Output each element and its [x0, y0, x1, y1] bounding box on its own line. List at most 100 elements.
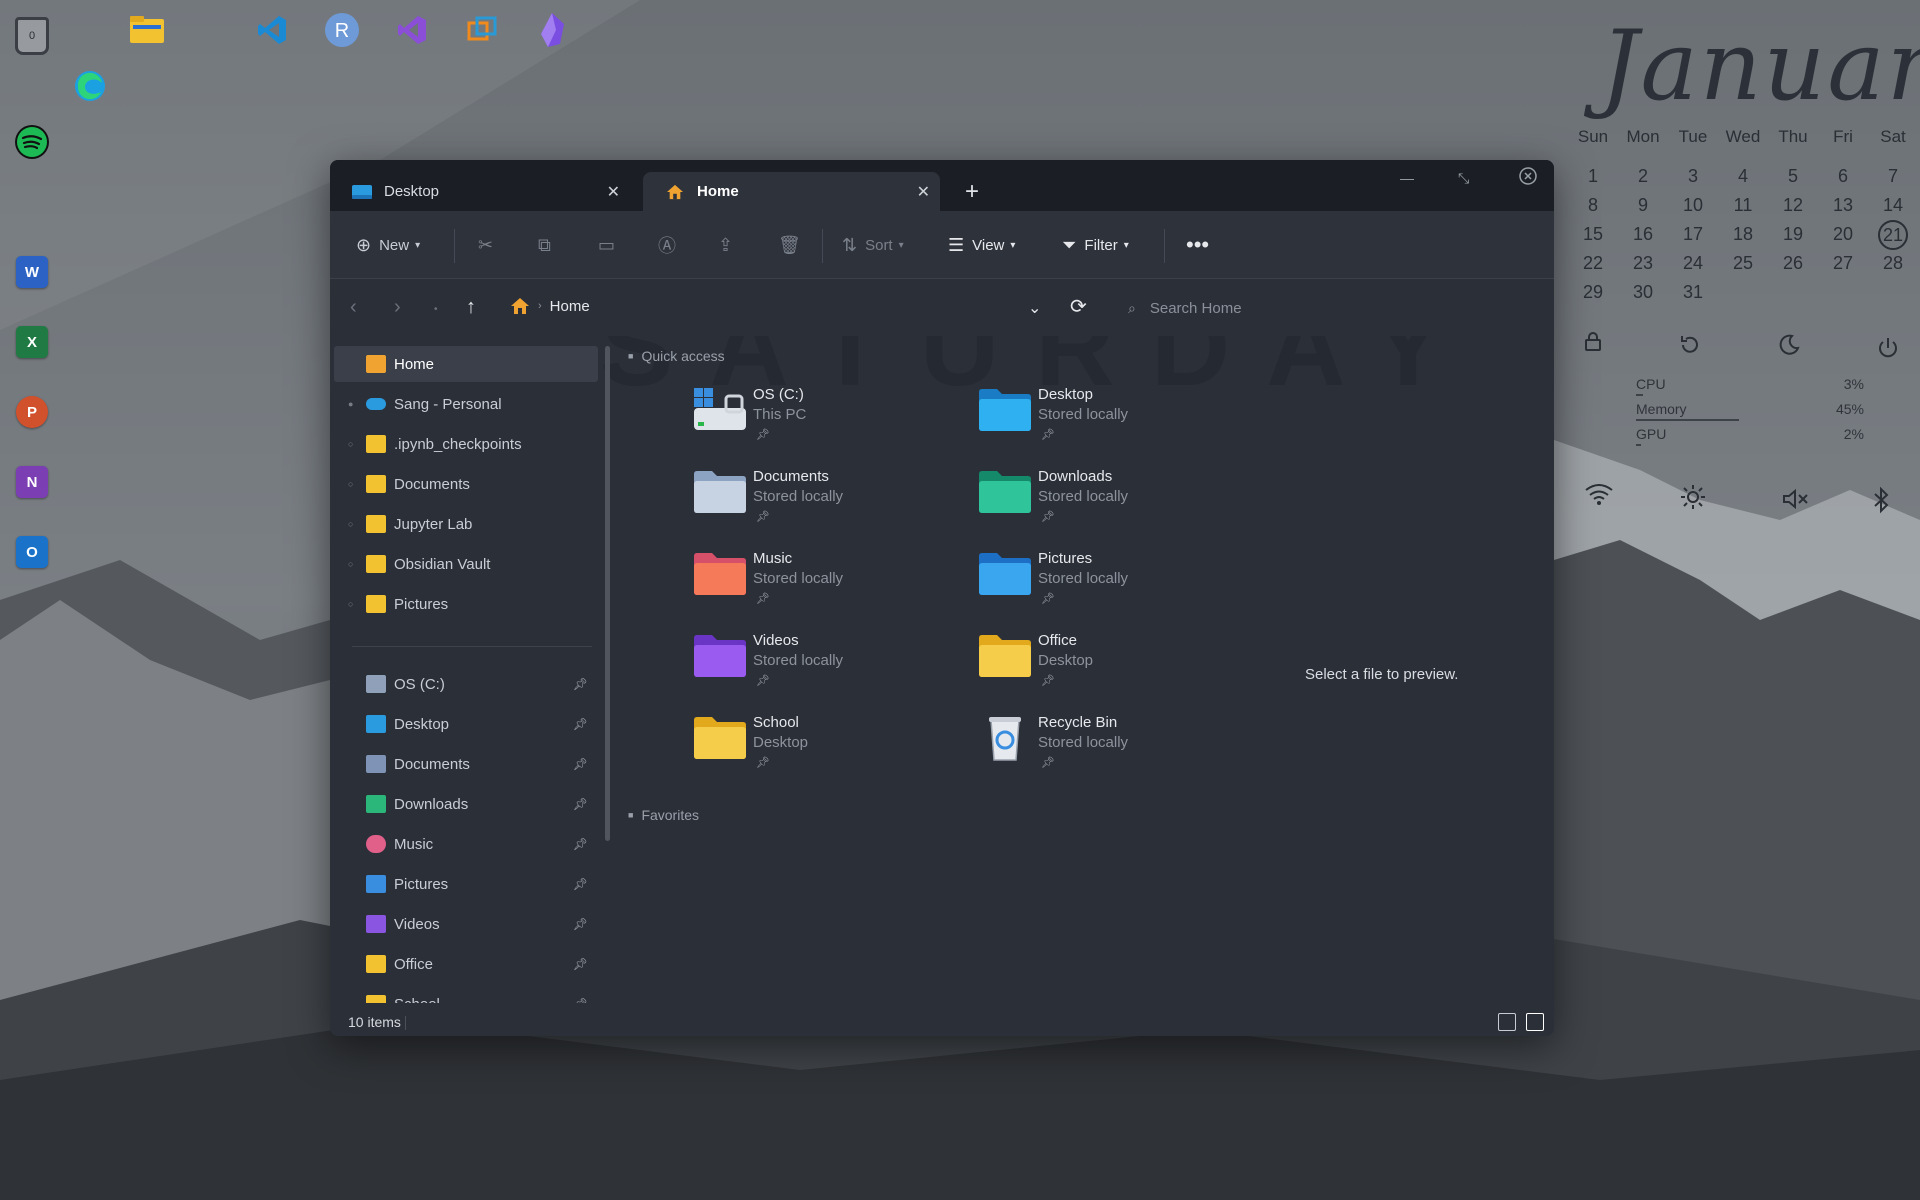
file-explorer-window[interactable]: Desktop ✕ Home ✕ + — ⤡ ⊕ New ▾ ✂ ⧉ ▭ Ⓐ ⇪… [330, 160, 1554, 1036]
file-explorer-icon[interactable] [127, 10, 167, 50]
calendar-day[interactable]: 12 [1768, 191, 1818, 220]
pin-icon[interactable]: 📌︎ [573, 757, 588, 771]
calendar-day[interactable]: 16 [1618, 220, 1668, 249]
calendar-day[interactable]: 28 [1868, 249, 1918, 278]
pin-icon[interactable]: 📌︎ [756, 674, 770, 687]
quick-access-item[interactable]: Music Stored locally 📌︎ [692, 546, 972, 622]
pin-icon[interactable]: 📌︎ [573, 997, 588, 1003]
sidebar-pinned-item[interactable]: Downloads 📌︎ [334, 786, 598, 822]
calendar-day[interactable]: 31 [1668, 278, 1718, 307]
share-button[interactable]: ⇪ [718, 211, 741, 279]
navigation-scrollbar[interactable] [605, 346, 610, 841]
search-input[interactable]: ⌕ Search Home [1128, 292, 1528, 324]
view-button[interactable]: ☰ View ▾ [948, 211, 1015, 279]
r-icon[interactable]: R [322, 10, 362, 50]
expand-icon[interactable]: ● [348, 399, 358, 409]
close-window-icon[interactable] [1518, 166, 1538, 189]
recent-dot-icon[interactable]: • [434, 304, 438, 315]
expand-icon[interactable]: ○ [348, 559, 358, 569]
tab-desktop[interactable]: Desktop ✕ [330, 172, 630, 211]
calendar-day[interactable]: 13 [1818, 191, 1868, 220]
expand-icon[interactable]: ○ [348, 599, 358, 609]
pin-icon[interactable]: 📌︎ [1041, 428, 1055, 441]
expand-icon[interactable]: ○ [348, 439, 358, 449]
sidebar-pinned-item[interactable]: OS (C:) 📌︎ [334, 666, 598, 702]
calendar-day[interactable]: 29 [1568, 278, 1618, 307]
onenote-icon[interactable]: N [12, 462, 52, 502]
vscode-icon[interactable] [252, 10, 292, 50]
sidebar-item[interactable]: ○ .ipynb_checkpoints [334, 426, 598, 462]
calendar-day[interactable]: 19 [1768, 220, 1818, 249]
pin-icon[interactable]: 📌︎ [756, 756, 770, 769]
restore-icon[interactable]: ⤡ [1458, 170, 1469, 187]
calendar-day[interactable]: 21 [1868, 220, 1918, 250]
obsidian-icon[interactable] [532, 10, 572, 50]
power-icon[interactable] [1876, 336, 1900, 360]
sidebar-item[interactable]: ● Sang - Personal [334, 386, 598, 422]
calendar-day[interactable] [1818, 278, 1868, 307]
calendar-day[interactable]: 26 [1768, 249, 1818, 278]
calendar-day[interactable]: 30 [1618, 278, 1668, 307]
calendar-day[interactable]: 6 [1818, 162, 1868, 191]
title-bar[interactable]: Desktop ✕ Home ✕ + — ⤡ [330, 160, 1554, 211]
quick-access-header[interactable]: ■ Quick access [628, 348, 725, 364]
powerpoint-icon[interactable]: P [12, 392, 52, 432]
quick-access-item[interactable]: Office Desktop 📌︎ [977, 628, 1257, 704]
quick-access-item[interactable]: Recycle Bin Stored locally 📌︎ [977, 710, 1257, 786]
bluetooth-icon[interactable] [1872, 486, 1890, 514]
pin-icon[interactable]: 📌︎ [573, 837, 588, 851]
calendar-day[interactable]: 8 [1568, 191, 1618, 220]
pin-icon[interactable]: 📌︎ [573, 877, 588, 891]
sidebar-pinned-item[interactable]: Documents 📌︎ [334, 746, 598, 782]
details-view-icon[interactable] [1498, 1013, 1516, 1031]
pin-icon[interactable]: 📌︎ [756, 428, 770, 441]
breadcrumb[interactable]: › Home [510, 297, 590, 315]
calendar-day[interactable]: 17 [1668, 220, 1718, 249]
pin-icon[interactable]: 📌︎ [1041, 592, 1055, 605]
expand-icon[interactable]: ○ [348, 519, 358, 529]
sidebar-pinned-item[interactable]: Desktop 📌︎ [334, 706, 598, 742]
refresh-icon[interactable]: ⟳ [1070, 294, 1087, 319]
pin-icon[interactable]: 📌︎ [756, 510, 770, 523]
sidebar-pinned-item[interactable]: Videos 📌︎ [334, 906, 598, 942]
copy-button[interactable]: ⧉ [538, 211, 559, 279]
forward-icon[interactable]: › [394, 296, 401, 319]
sidebar-item[interactable]: ○ Pictures [334, 586, 598, 622]
cut-button[interactable]: ✂ [478, 211, 501, 279]
expand-icon[interactable]: ○ [348, 479, 358, 489]
calendar-day[interactable]: 14 [1868, 191, 1918, 220]
edge-icon[interactable] [70, 66, 110, 106]
close-tab-icon[interactable]: ✕ [917, 182, 930, 202]
breadcrumb-home[interactable]: Home [550, 298, 590, 315]
calendar-day[interactable]: 15 [1568, 220, 1618, 249]
sidebar-item[interactable]: Home [334, 346, 598, 382]
calendar-day[interactable]: 22 [1568, 249, 1618, 278]
visual-studio-icon[interactable] [392, 10, 432, 50]
favorites-header[interactable]: ■ Favorites [628, 807, 699, 823]
sidebar-pinned-item[interactable]: School 📌︎ [334, 986, 598, 1003]
large-icons-view-icon[interactable] [1526, 1013, 1544, 1031]
calendar-day[interactable]: 25 [1718, 249, 1768, 278]
quick-access-item[interactable]: School Desktop 📌︎ [692, 710, 972, 786]
filter-button[interactable]: ⏷ Filter ▾ [1062, 211, 1129, 279]
sidebar-pinned-item[interactable]: Pictures 📌︎ [334, 866, 598, 902]
quick-access-item[interactable]: Videos Stored locally 📌︎ [692, 628, 972, 704]
calendar-day[interactable]: 4 [1718, 162, 1768, 191]
spotify-icon[interactable] [12, 122, 52, 162]
pin-icon[interactable]: 📌︎ [573, 677, 588, 691]
delete-button[interactable]: 🗑︎ [778, 211, 809, 279]
more-options-button[interactable]: ••• [1186, 211, 1209, 279]
pin-icon[interactable]: 📌︎ [1041, 510, 1055, 523]
quick-access-item[interactable]: Desktop Stored locally 📌︎ [977, 382, 1257, 458]
pin-icon[interactable]: 📌︎ [756, 592, 770, 605]
new-button[interactable]: ⊕ New ▾ [356, 211, 420, 279]
volume-mute-icon[interactable] [1782, 488, 1810, 510]
calendar-day[interactable]: 3 [1668, 162, 1718, 191]
quick-access-item[interactable]: Downloads Stored locally 📌︎ [977, 464, 1257, 540]
chevron-down-icon[interactable]: ⌄ [1028, 298, 1041, 318]
calendar-day[interactable]: 20 [1818, 220, 1868, 249]
sidebar-item[interactable]: ○ Obsidian Vault [334, 546, 598, 582]
calendar-day[interactable] [1868, 278, 1918, 307]
calendar-day[interactable]: 18 [1718, 220, 1768, 249]
calendar-day[interactable]: 27 [1818, 249, 1868, 278]
